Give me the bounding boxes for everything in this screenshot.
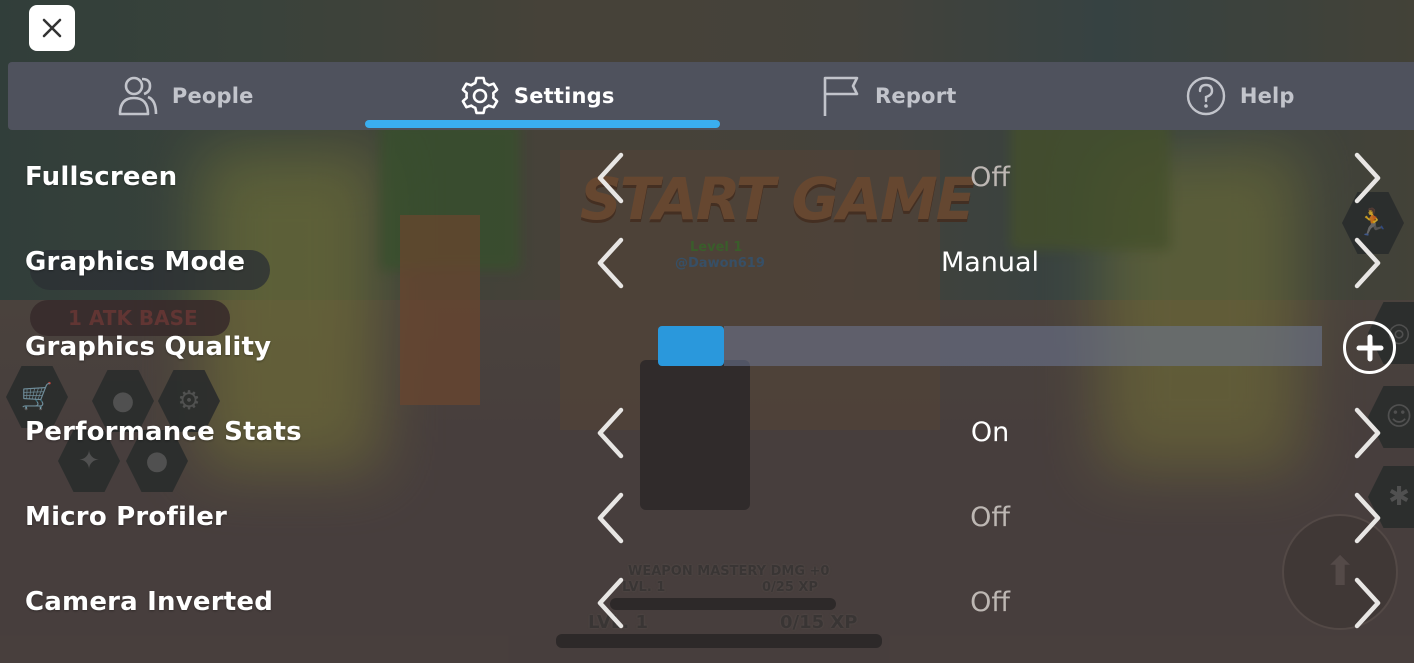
setting-row-graphics-quality: Graphics Quality bbox=[0, 306, 1414, 391]
flag-icon bbox=[817, 72, 865, 120]
chevron-left-icon bbox=[597, 577, 624, 629]
chevron-right-icon bbox=[1354, 237, 1381, 289]
setting-label: Micro Profiler bbox=[25, 502, 228, 532]
micro-profiler-prev-button[interactable] bbox=[590, 488, 630, 548]
fullscreen-next-button[interactable] bbox=[1348, 148, 1388, 208]
setting-row-micro-profiler: Micro Profiler Off bbox=[0, 476, 1414, 561]
plus-icon bbox=[1356, 334, 1383, 361]
tab-help-label: Help bbox=[1239, 84, 1295, 108]
setting-label: Performance Stats bbox=[25, 417, 302, 447]
chevron-left-icon bbox=[597, 152, 624, 204]
fullscreen-value: Off bbox=[970, 162, 1010, 193]
micro-profiler-next-button[interactable] bbox=[1348, 488, 1388, 548]
chevron-right-icon bbox=[1354, 492, 1381, 544]
tab-report[interactable]: Report bbox=[711, 62, 1063, 130]
chevron-left-icon bbox=[597, 237, 624, 289]
setting-label: Graphics Mode bbox=[25, 247, 246, 277]
people-icon bbox=[114, 72, 162, 120]
setting-row-graphics-mode: Graphics Mode Manual bbox=[0, 221, 1414, 306]
setting-row-camera-inverted: Camera Inverted Off bbox=[0, 561, 1414, 646]
graphics-quality-segment[interactable] bbox=[857, 326, 924, 366]
graphics-mode-next-button[interactable] bbox=[1348, 233, 1388, 293]
gear-icon bbox=[456, 72, 504, 120]
chevron-right-icon bbox=[1354, 152, 1381, 204]
performance-stats-value: On bbox=[970, 417, 1010, 448]
tab-people[interactable]: People bbox=[8, 62, 360, 130]
tab-people-label: People bbox=[171, 84, 254, 108]
graphics-quality-segment[interactable] bbox=[790, 326, 858, 366]
graphics-quality-segment[interactable] bbox=[1056, 326, 1123, 366]
help-icon bbox=[1182, 72, 1230, 120]
chevron-right-icon bbox=[1354, 577, 1381, 629]
graphics-quality-segment[interactable] bbox=[724, 326, 791, 366]
performance-stats-next-button[interactable] bbox=[1348, 403, 1388, 463]
graphics-quality-increase-button[interactable] bbox=[1343, 321, 1396, 374]
camera-inverted-next-button[interactable] bbox=[1348, 573, 1388, 633]
graphics-quality-segment[interactable] bbox=[658, 326, 725, 366]
setting-row-fullscreen: Fullscreen Off bbox=[0, 136, 1414, 221]
fullscreen-prev-button[interactable] bbox=[590, 148, 630, 208]
performance-stats-prev-button[interactable] bbox=[590, 403, 630, 463]
tab-report-label: Report bbox=[875, 84, 957, 108]
graphics-quality-segment[interactable] bbox=[1255, 326, 1323, 366]
graphics-quality-segment[interactable] bbox=[923, 326, 991, 366]
graphics-quality-slider[interactable] bbox=[658, 326, 1323, 366]
micro-profiler-value: Off bbox=[970, 502, 1010, 533]
camera-inverted-prev-button[interactable] bbox=[590, 573, 630, 633]
graphics-quality-segment[interactable] bbox=[990, 326, 1057, 366]
setting-label: Fullscreen bbox=[25, 162, 178, 192]
chevron-left-icon bbox=[597, 407, 624, 459]
graphics-mode-value: Manual bbox=[940, 247, 1040, 278]
graphics-mode-prev-button[interactable] bbox=[590, 233, 630, 293]
chevron-left-icon bbox=[597, 492, 624, 544]
setting-label: Camera Inverted bbox=[25, 587, 274, 617]
setting-label: Graphics Quality bbox=[25, 332, 272, 362]
active-tab-indicator bbox=[365, 120, 720, 128]
graphics-quality-segment[interactable] bbox=[1189, 326, 1256, 366]
graphics-quality-segment[interactable] bbox=[1122, 326, 1190, 366]
chevron-right-icon bbox=[1354, 407, 1381, 459]
close-icon bbox=[42, 18, 62, 38]
tab-settings-label: Settings bbox=[513, 84, 615, 108]
close-button[interactable] bbox=[29, 5, 75, 51]
tab-help[interactable]: Help bbox=[1063, 62, 1414, 130]
setting-row-performance-stats: Performance Stats On bbox=[0, 391, 1414, 476]
camera-inverted-value: Off bbox=[970, 587, 1010, 618]
